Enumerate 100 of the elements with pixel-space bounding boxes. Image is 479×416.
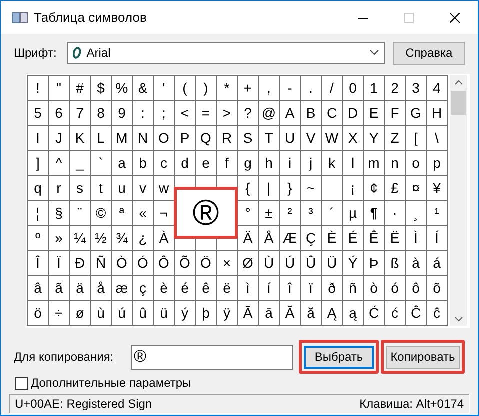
character-cell[interactable]: 8	[96, 105, 105, 120]
character-cell[interactable]: t	[98, 180, 103, 195]
character-cell[interactable]: å	[96, 280, 105, 295]
character-cell[interactable]: M	[115, 130, 128, 145]
character-cell[interactable]: a	[117, 155, 126, 170]
character-cell[interactable]: [	[413, 130, 418, 145]
character-cell[interactable]: Í	[434, 230, 439, 245]
character-cell[interactable]: %	[114, 80, 128, 95]
character-cell[interactable]: Ù	[262, 255, 274, 270]
character-cell[interactable]: õ	[432, 280, 441, 295]
character-cell[interactable]: ú	[117, 305, 126, 320]
character-cell[interactable]: Q	[200, 130, 212, 145]
character-cell[interactable]: ´	[328, 205, 334, 220]
character-cell[interactable]: b	[138, 155, 147, 170]
character-cell[interactable]: W	[324, 130, 339, 145]
character-cell[interactable]: P	[179, 130, 190, 145]
character-cell[interactable]: '	[162, 80, 166, 95]
character-cell[interactable]: «	[138, 205, 147, 220]
character-cell[interactable]: Ú	[284, 255, 296, 270]
character-cell[interactable]: =	[200, 105, 210, 120]
character-cell[interactable]: ö	[33, 305, 42, 320]
character-cell[interactable]: :	[140, 105, 145, 120]
character-cell[interactable]: Î	[35, 255, 40, 270]
character-cell[interactable]: q	[33, 180, 42, 195]
character-cell[interactable]: Ć	[368, 305, 380, 320]
character-cell[interactable]: l	[350, 155, 355, 170]
character-cell[interactable]: ç	[138, 280, 146, 295]
character-cell[interactable]: Ç	[304, 230, 316, 245]
character-cell[interactable]: ă	[306, 305, 315, 320]
character-cell[interactable]: g	[243, 155, 252, 170]
character-cell[interactable]: ñ	[348, 280, 357, 295]
character-cell[interactable]: "	[56, 80, 62, 95]
character-cell[interactable]: O	[158, 130, 170, 145]
character-cell[interactable]: `	[98, 155, 104, 170]
character-cell[interactable]: ¶	[369, 205, 378, 220]
character-cell[interactable]: &	[137, 80, 148, 95]
character-cell[interactable]: f	[224, 155, 229, 170]
character-cell[interactable]: Ĉ	[410, 305, 422, 320]
character-cell[interactable]: ë	[222, 280, 231, 295]
character-cell[interactable]: Ô	[158, 255, 170, 270]
character-cell[interactable]: G	[410, 105, 422, 120]
character-cell[interactable]: Ì	[413, 230, 418, 245]
character-cell[interactable]: »	[54, 230, 63, 245]
select-button[interactable]: Выбрать	[304, 346, 374, 368]
character-cell[interactable]: í	[266, 280, 271, 295]
character-cell[interactable]: k	[328, 155, 336, 170]
character-cell[interactable]: ;	[161, 105, 166, 120]
character-cell[interactable]: ß	[390, 255, 400, 270]
character-cell[interactable]: à	[411, 255, 420, 270]
character-cell[interactable]: ĉ	[432, 305, 440, 320]
character-cell[interactable]: Ý	[347, 255, 358, 270]
character-cell[interactable]: ¼	[73, 230, 86, 245]
character-cell[interactable]: .	[308, 80, 313, 95]
character-cell[interactable]: A	[284, 105, 295, 120]
character-cell[interactable]: É	[347, 230, 358, 245]
character-cell[interactable]: Å	[263, 230, 274, 245]
character-cell[interactable]: 5	[33, 105, 42, 120]
character-cell[interactable]: ą	[348, 305, 357, 320]
character-cell[interactable]: ø	[74, 305, 84, 320]
character-cell[interactable]: ±	[264, 205, 273, 220]
character-cell[interactable]: )	[202, 80, 208, 95]
character-cell[interactable]: I	[35, 130, 40, 145]
character-cell[interactable]: F	[390, 105, 400, 120]
character-cell[interactable]: 9	[117, 105, 126, 120]
character-cell[interactable]: *	[223, 80, 230, 95]
character-cell[interactable]: p	[432, 155, 441, 170]
character-cell[interactable]: Ò	[116, 255, 128, 270]
character-cell[interactable]: n	[390, 155, 399, 170]
character-cell[interactable]: Ê	[368, 230, 379, 245]
character-cell[interactable]: ¢	[369, 180, 378, 195]
character-cell[interactable]: ï	[308, 280, 313, 295]
character-cell[interactable]: ó	[390, 280, 399, 295]
character-cell[interactable]: j	[308, 155, 313, 170]
character-cell[interactable]: ¬	[158, 205, 168, 220]
character-cell[interactable]: ¹	[434, 205, 440, 220]
character-cell[interactable]: Ü	[326, 255, 338, 270]
character-cell[interactable]: ô	[411, 280, 420, 295]
character-cell[interactable]: ©	[94, 205, 106, 220]
help-button[interactable]: Справка	[393, 42, 465, 64]
character-cell[interactable]: Û	[304, 255, 316, 270]
character-cell[interactable]: /	[329, 80, 334, 95]
character-cell[interactable]: _	[75, 155, 84, 170]
character-cell[interactable]: (	[182, 80, 188, 95]
character-cell[interactable]: Ą	[326, 305, 337, 320]
character-cell[interactable]: ²	[286, 205, 292, 220]
character-cell[interactable]: ×	[222, 255, 232, 270]
character-cell[interactable]: £	[390, 180, 399, 195]
character-cell[interactable]: U	[284, 130, 296, 145]
character-cell[interactable]: Õ	[178, 255, 190, 270]
character-cell[interactable]: µ	[348, 205, 358, 220]
character-cell[interactable]: D	[346, 105, 358, 120]
character-cell[interactable]: ð	[327, 280, 336, 295]
character-cell[interactable]: @	[260, 105, 276, 120]
advanced-checkbox[interactable]	[15, 376, 28, 390]
character-cell[interactable]: ¸	[412, 205, 418, 220]
scrollbar[interactable]	[450, 75, 467, 326]
character-cell[interactable]: {	[244, 180, 250, 195]
character-cell[interactable]: ä	[75, 280, 84, 295]
character-cell[interactable]: ù	[96, 305, 105, 320]
character-cell[interactable]: H	[430, 105, 442, 120]
